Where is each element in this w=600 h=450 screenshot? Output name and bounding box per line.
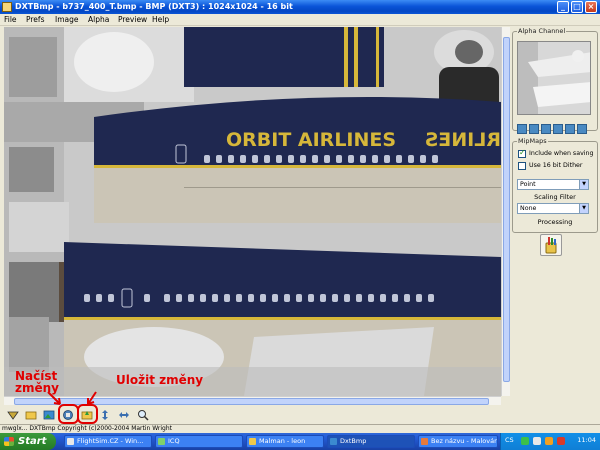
- menu-alpha[interactable]: Alpha: [88, 15, 109, 25]
- processing-button[interactable]: [540, 234, 562, 256]
- alpha-refresh-icon[interactable]: [565, 124, 575, 134]
- mipmaps-label: MipMaps: [517, 137, 548, 145]
- network-icon[interactable]: [521, 437, 529, 445]
- vertical-scrollbar[interactable]: [501, 27, 510, 396]
- maximize-button[interactable]: □: [571, 1, 583, 13]
- processing-label: Processing: [537, 218, 573, 226]
- zoom-icon[interactable]: [136, 408, 150, 422]
- task-label: ICQ: [168, 437, 180, 445]
- app-tray-icon[interactable]: [557, 437, 565, 445]
- system-tray: CS 11:04: [500, 433, 600, 450]
- alpha-clear-icon[interactable]: [577, 124, 587, 134]
- windows-logo-icon: [4, 437, 14, 446]
- filter-select[interactable]: Point ▼: [517, 179, 589, 190]
- mipmaps-group: MipMaps Include when saving Use 16 bit D…: [512, 137, 598, 233]
- scaling-select[interactable]: None ▼: [517, 203, 589, 214]
- task-flightsim[interactable]: FlightSim.CZ - Win...: [64, 435, 152, 448]
- menu-image[interactable]: Image: [55, 15, 79, 25]
- alpha-toolbar: [517, 119, 591, 134]
- alpha-view-icon[interactable]: [541, 124, 551, 134]
- open-folder-icon[interactable]: [24, 408, 38, 422]
- status-bar: mwglx... DXTBmp Copyright (c)2000-2004 M…: [0, 424, 600, 433]
- alpha-save-icon[interactable]: [529, 124, 539, 134]
- include-when-saving-checkbox[interactable]: [518, 148, 526, 158]
- filter-select-value: Point: [520, 181, 536, 188]
- menu-help[interactable]: Help: [152, 15, 169, 25]
- paint-bucket-icon: [545, 237, 557, 254]
- task-label: Bez názvu - Malování: [431, 437, 498, 445]
- livery-text: ORBIT AIRLINES: [226, 129, 396, 151]
- mail-icon: [249, 438, 256, 445]
- use-16bit-dither-label: Use 16 bit Dither: [529, 162, 583, 169]
- include-when-saving-label: Include when saving: [529, 150, 594, 157]
- start-label: Start: [18, 436, 47, 447]
- alpha-channel-label: Alpha Channel: [517, 27, 567, 35]
- taskbar: Start FlightSim.CZ - Win... ICQ Malman -…: [0, 433, 600, 450]
- alpha-channel-group: Alpha Channel: [512, 27, 598, 134]
- dxtbmp-window: DXTBmp - b737_400_T.bmp - BMP (DXT3) : 1…: [0, 0, 600, 433]
- chevron-down-icon[interactable]: ▼: [579, 204, 588, 213]
- icq-icon: [158, 438, 165, 445]
- minimize-button[interactable]: _: [557, 1, 569, 13]
- volume-icon[interactable]: [533, 437, 541, 445]
- task-label: Malman - leon: [259, 437, 306, 445]
- annotation-arrows: [47, 391, 97, 405]
- title-bar[interactable]: DXTBmp - b737_400_T.bmp - BMP (DXT3) : 1…: [0, 0, 600, 14]
- dxtbmp-icon: [330, 438, 337, 445]
- aircraft-texture: ORBIT AIRLINES RLINES: [4, 27, 501, 396]
- menu-bar: File Prefs Image Alpha Preview Help: [0, 14, 600, 26]
- save-changes-annotation: Uložit změny: [116, 373, 204, 387]
- antivirus-icon[interactable]: [545, 437, 553, 445]
- alpha-edit-icon[interactable]: [553, 124, 563, 134]
- menu-prefs[interactable]: Prefs: [26, 15, 44, 25]
- task-dxtbmp[interactable]: DxtBmp: [327, 435, 415, 448]
- use-16bit-dither-checkbox[interactable]: [518, 162, 526, 170]
- scaling-select-value: None: [520, 205, 537, 212]
- status-text: mwglx... DXTBmp Copyright (c)2000-2004 M…: [2, 425, 173, 432]
- task-icq[interactable]: ICQ: [155, 435, 243, 448]
- alpha-preview[interactable]: [517, 41, 591, 115]
- language-indicator[interactable]: CS: [505, 436, 514, 444]
- task-malman[interactable]: Malman - leon: [246, 435, 324, 448]
- app-icon[interactable]: [2, 2, 12, 12]
- start-button[interactable]: Start: [0, 433, 56, 450]
- clock[interactable]: 11:04: [577, 436, 596, 444]
- menu-preview[interactable]: Preview: [118, 15, 147, 25]
- livery-text-mirrored: RLINES: [425, 129, 501, 151]
- menu-file[interactable]: File: [4, 15, 17, 25]
- task-label: FlightSim.CZ - Win...: [77, 437, 144, 445]
- task-label: DxtBmp: [340, 437, 367, 445]
- vertical-flip-icon[interactable]: [98, 408, 112, 422]
- task-paint[interactable]: Bez názvu - Malování: [418, 435, 498, 448]
- window-title: DXTBmp - b737_400_T.bmp - BMP (DXT3) : 1…: [15, 2, 293, 11]
- pipe-icon[interactable]: [6, 408, 20, 422]
- scaling-filter-label: Scaling Filter: [534, 193, 576, 201]
- image-icon[interactable]: [42, 408, 56, 422]
- texture-canvas[interactable]: ORBIT AIRLINES RLINES: [4, 27, 501, 396]
- alpha-open-icon[interactable]: [517, 124, 527, 134]
- side-panel: Alpha Channel MipMaps Include when savin…: [512, 27, 598, 407]
- close-button[interactable]: ×: [585, 1, 597, 13]
- browser-icon: [67, 438, 74, 445]
- paint-icon: [421, 438, 428, 445]
- chevron-down-icon[interactable]: ▼: [579, 180, 588, 189]
- horizontal-flip-icon[interactable]: [117, 408, 131, 422]
